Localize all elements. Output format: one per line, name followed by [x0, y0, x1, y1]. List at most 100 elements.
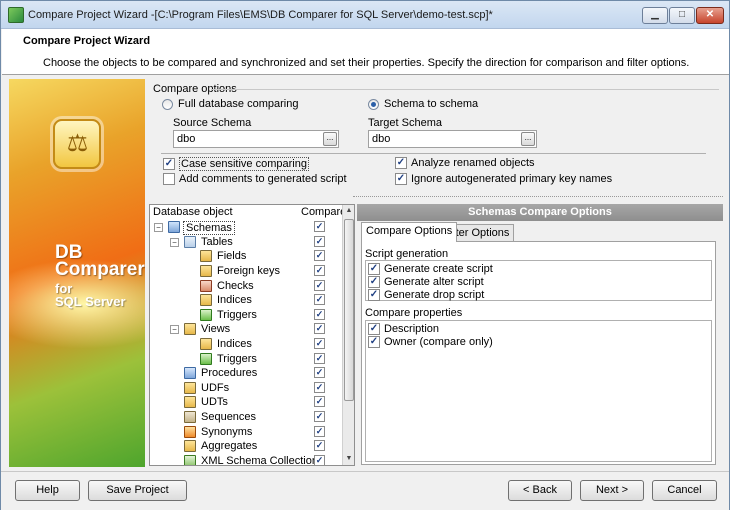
page-description: Choose the objects to be compared and sy…	[43, 57, 690, 69]
tree-row-tables[interactable]: − Tables ✓	[150, 235, 342, 250]
compare-checkbox[interactable]: ✓	[314, 250, 325, 261]
tree-row-synonyms[interactable]: Synonyms ✓	[150, 425, 342, 440]
gen-create-checkbox[interactable]: ✓ Generate create script	[368, 263, 493, 275]
scales-icon: ⚖	[66, 130, 89, 157]
target-schema-value: dbo	[372, 133, 391, 145]
tree-row-schemas[interactable]: − Schemas ✓	[150, 220, 342, 235]
next-button[interactable]: Next >	[580, 480, 644, 501]
tree-row-view-triggers[interactable]: Triggers ✓	[150, 352, 342, 367]
tree-row-udts[interactable]: UDTs ✓	[150, 395, 342, 410]
compare-checkbox[interactable]: ✓	[314, 382, 325, 393]
gen-drop-label: Generate drop script	[384, 289, 485, 301]
compare-checkbox[interactable]: ✓	[314, 323, 325, 334]
tree-label: Fields	[217, 250, 247, 262]
checked-icon: ✓	[368, 263, 380, 275]
case-sensitive-label: Case sensitive comparing	[179, 157, 309, 171]
schema-to-schema-radio[interactable]: Schema to schema	[368, 98, 478, 110]
tree-label: Sequences	[201, 411, 257, 423]
col-compare: Compare	[301, 206, 347, 218]
add-comments-checkbox[interactable]: Add comments to generated script	[163, 173, 347, 185]
compare-checkbox[interactable]: ✓	[314, 426, 325, 437]
scroll-thumb[interactable]	[344, 219, 354, 401]
target-schema-field[interactable]: dbo ...	[368, 130, 537, 148]
back-button[interactable]: < Back	[508, 480, 572, 501]
database-object-tree[interactable]: Database object Compare − Schemas ✓ − Ta…	[149, 204, 355, 466]
owner-label: Owner (compare only)	[384, 336, 493, 348]
tree-row-triggers[interactable]: Triggers ✓	[150, 308, 342, 323]
tree-row-xml-schema[interactable]: XML Schema Collection ✓	[150, 454, 342, 465]
owner-checkbox[interactable]: ✓ Owner (compare only)	[368, 336, 493, 348]
collapse-icon: −	[170, 325, 179, 334]
checked-icon: ✓	[368, 336, 380, 348]
compare-options-tab-page: Script generation ✓ Generate create scri…	[361, 241, 716, 465]
source-browse-button[interactable]: ...	[323, 132, 337, 146]
schema-icon	[168, 221, 180, 233]
tree-scrollbar[interactable]: ▲ ▼	[342, 205, 354, 465]
source-schema-label: Source Schema	[173, 117, 252, 129]
panel-splitter[interactable]	[353, 196, 723, 200]
compare-checkbox[interactable]: ✓	[314, 265, 325, 276]
compare-checkbox[interactable]: ✓	[314, 367, 325, 378]
compare-checkbox[interactable]: ✓	[314, 280, 325, 291]
compare-checkbox[interactable]: ✓	[314, 440, 325, 451]
full-db-radio-label: Full database comparing	[178, 98, 299, 110]
scroll-down-icon[interactable]: ▼	[343, 453, 354, 465]
xml-schema-icon	[184, 455, 196, 465]
compare-checkbox[interactable]: ✓	[314, 411, 325, 422]
description-checkbox[interactable]: ✓ Description	[368, 323, 439, 335]
banner-line-comparer: Comparer	[55, 259, 145, 280]
maximize-button[interactable]: □	[669, 7, 695, 24]
tree-row-udfs[interactable]: UDFs ✓	[150, 381, 342, 396]
tree-label: Checks	[217, 280, 254, 292]
target-browse-button[interactable]: ...	[521, 132, 535, 146]
compare-checkbox[interactable]: ✓	[314, 309, 325, 320]
analyze-renamed-label: Analyze renamed objects	[411, 157, 535, 169]
ignore-pk-checkbox[interactable]: ✓ Ignore autogenerated primary key names	[395, 173, 612, 185]
radio-icon	[162, 98, 173, 110]
gen-drop-checkbox[interactable]: ✓ Generate drop script	[368, 289, 484, 301]
tab-compare-options[interactable]: Compare Options	[361, 222, 458, 242]
title-bar: Compare Project Wizard -[C:\Program File…	[1, 1, 729, 29]
analyze-renamed-checkbox[interactable]: ✓ Analyze renamed objects	[395, 157, 535, 169]
compare-checkbox[interactable]: ✓	[314, 294, 325, 305]
tree-label: Aggregates	[201, 440, 258, 452]
script-generation-list: ✓ Generate create script ✓ Generate alte…	[365, 260, 712, 301]
tree-row-view-indices[interactable]: Indices ✓	[150, 337, 342, 352]
tree-row-procedures[interactable]: Procedures ✓	[150, 366, 342, 381]
tree-row-foreign-keys[interactable]: Foreign keys ✓	[150, 264, 342, 279]
tree-label: Indices	[217, 338, 252, 350]
cancel-button[interactable]: Cancel	[652, 480, 717, 501]
tree-row-views[interactable]: − Views ✓	[150, 322, 342, 337]
tree-row-indices[interactable]: Indices ✓	[150, 293, 342, 308]
tree-label: Triggers	[217, 353, 257, 365]
schema-radio-label: Schema to schema	[384, 98, 479, 110]
tree-row-checks[interactable]: Checks ✓	[150, 279, 342, 294]
case-sensitive-checkbox[interactable]: ✓ Case sensitive comparing	[163, 157, 309, 171]
source-schema-field[interactable]: dbo ...	[173, 130, 339, 148]
table-icon	[184, 236, 196, 248]
sequence-icon	[184, 411, 196, 423]
full-db-radio[interactable]: Full database comparing	[162, 98, 298, 110]
compare-checkbox[interactable]: ✓	[314, 455, 325, 465]
tree-row-fields[interactable]: Fields ✓	[150, 249, 342, 264]
save-project-button[interactable]: Save Project	[88, 480, 187, 501]
compare-checkbox[interactable]: ✓	[314, 396, 325, 407]
minimize-button[interactable]: ▁	[642, 7, 668, 24]
aggregate-icon	[184, 440, 196, 452]
tree-label: Views	[201, 323, 231, 335]
help-button[interactable]: Help	[15, 480, 80, 501]
tree-label: Schemas	[183, 221, 235, 235]
compare-checkbox[interactable]: ✓	[314, 353, 325, 364]
ignore-pk-label: Ignore autogenerated primary key names	[411, 173, 613, 185]
tree-row-aggregates[interactable]: Aggregates ✓	[150, 439, 342, 454]
wizard-window: Compare Project Wizard -[C:\Program File…	[0, 0, 730, 510]
close-button[interactable]: ✕	[696, 7, 724, 24]
gen-alter-checkbox[interactable]: ✓ Generate alter script	[368, 276, 484, 288]
tree-row-sequences[interactable]: Sequences ✓	[150, 410, 342, 425]
scroll-up-icon[interactable]: ▲	[343, 205, 354, 217]
compare-checkbox[interactable]: ✓	[314, 338, 325, 349]
script-generation-label: Script generation	[365, 248, 449, 260]
compare-checkbox[interactable]: ✓	[314, 221, 325, 232]
compare-checkbox[interactable]: ✓	[314, 236, 325, 247]
tree-label: UDFs	[201, 382, 230, 394]
